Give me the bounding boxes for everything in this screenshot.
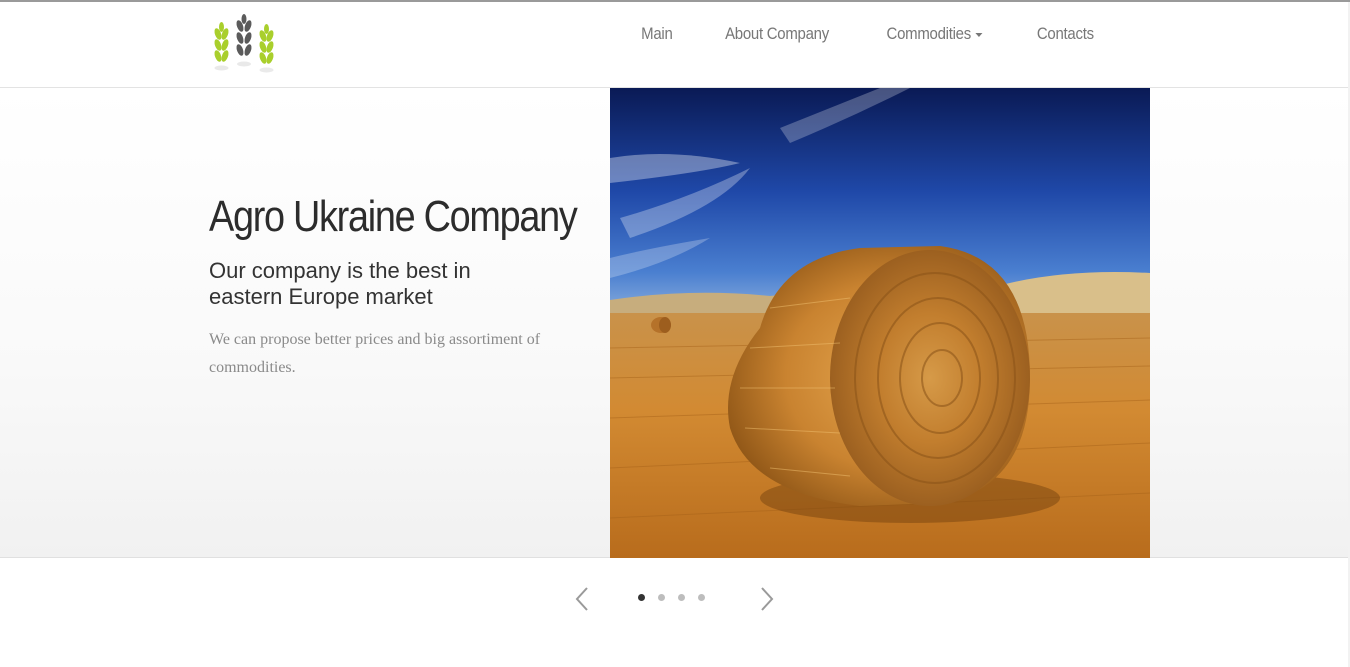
carousel-dot-1[interactable] <box>638 594 645 601</box>
nav-contacts-label: Contacts <box>1037 24 1095 43</box>
chevron-right-icon <box>761 587 774 611</box>
nav-main-label: Main <box>640 24 673 43</box>
nav-about-label: About Company <box>725 24 830 43</box>
nav-commodities-dropdown[interactable]: Commodities <box>868 24 1003 44</box>
caret-down-icon <box>975 32 983 37</box>
nav-contacts[interactable]: Contacts <box>1018 24 1114 44</box>
hero-description: We can propose better prices and big ass… <box>209 331 541 376</box>
carousel-dot-3[interactable] <box>678 594 685 601</box>
carousel-prev-button[interactable] <box>574 586 590 612</box>
hero-title: Agro Ukraine Company <box>209 192 578 241</box>
carousel-dot-2[interactable] <box>658 594 665 601</box>
logo[interactable] <box>208 14 282 76</box>
carousel-indicators <box>638 594 705 601</box>
main-nav: Main About Company Commodities Contacts <box>617 24 1120 44</box>
nav-about-company[interactable]: About Company <box>706 24 849 44</box>
nav-main[interactable]: Main <box>622 24 692 44</box>
wheat-logo-icon <box>214 14 274 73</box>
hero-subtitle: Our company is the best in eastern Europ… <box>209 258 471 309</box>
carousel-dot-4[interactable] <box>698 594 705 601</box>
nav-commodities-label: Commodities <box>886 24 972 43</box>
carousel-next-button[interactable] <box>759 586 775 612</box>
navbar: Main About Company Commodities Contacts <box>0 2 1350 88</box>
hay-bale-image <box>610 88 1150 558</box>
chevron-left-icon <box>575 587 588 611</box>
